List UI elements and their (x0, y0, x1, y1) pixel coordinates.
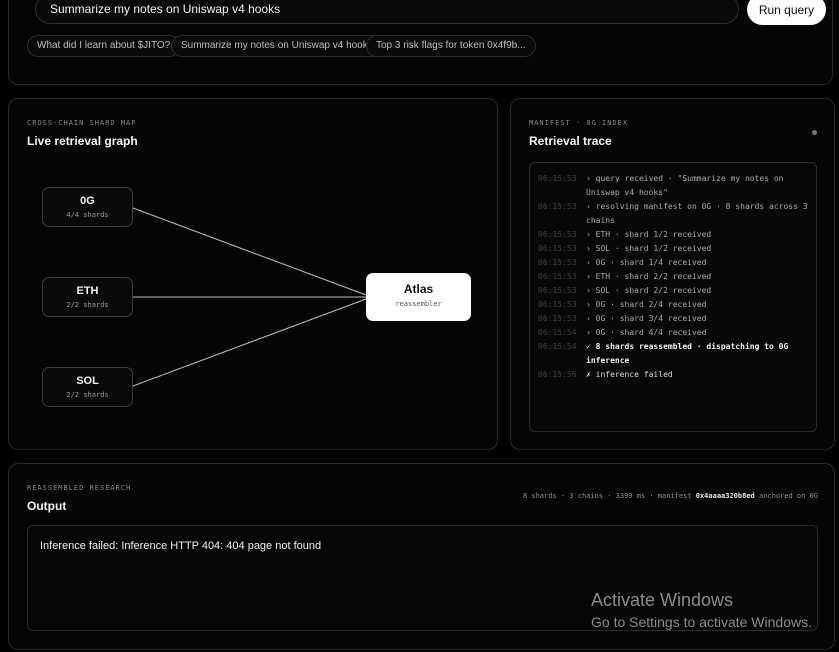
shard-map-panel: CROSS-CHAIN SHARD MAP Live retrieval gra… (8, 98, 498, 450)
trace-line: 06:15:53 › ETH · shard 1/2 received (538, 228, 808, 242)
node-0g-shards: 4/4 shards (66, 211, 109, 219)
trace-time: 06:15:54 (538, 328, 577, 337)
trace-line: 06:15:54 ✓ 8 shards reassembled · dispatc… (538, 340, 808, 368)
edge-sol-atlas (132, 298, 367, 387)
trace-line: 06:15:53 › SOL · shard 2/2 received (538, 284, 808, 298)
trace-message: › SOL · shard 1/2 received (586, 244, 712, 253)
status-dot-icon (812, 130, 817, 135)
node-atlas[interactable]: Atlas reassembler (366, 273, 471, 321)
node-sol-name: SOL (76, 375, 99, 387)
trace-message: ✗ inference failed (586, 370, 673, 379)
trace-panel: MANIFEST · 0G INDEX Retrieval trace 06:1… (510, 98, 835, 450)
trace-time: 06:15:53 (538, 174, 577, 183)
trace-log[interactable]: 06:15:53 › query received · "Summarize my… (529, 162, 817, 432)
trace-time: 06:15:53 (538, 300, 577, 309)
trace-title: Retrieval trace (529, 134, 612, 148)
activate-windows-watermark: Activate Windows Go to Settings to activ… (591, 590, 812, 630)
node-atlas-name: Atlas (403, 282, 434, 296)
trace-time: 06:15:53 (538, 314, 577, 323)
trace-time: 06:15:53 (538, 244, 577, 253)
trace-eyebrow: MANIFEST · 0G INDEX (529, 119, 629, 127)
output-meta: 8 shards · 3 chains · 3399 ms · manifest… (523, 492, 818, 500)
trace-time: 06:15:54 (538, 342, 577, 351)
trace-message: › query received · "Summarize my notes o… (586, 174, 784, 197)
node-sol-shards: 2/2 shards (66, 391, 109, 399)
edge-0g-atlas (132, 207, 367, 296)
trace-line: 06:15:53 › 0G · shard 2/4 received (538, 298, 808, 312)
output-title: Output (27, 499, 67, 513)
trace-message: › 0G · shard 1/4 received (586, 258, 707, 267)
node-0g-name: 0G (80, 195, 95, 207)
trace-message: › resolving manifest on 0G · 8 shards ac… (586, 202, 808, 225)
trace-line: 06:15:54 › 0G · shard 4/4 received (538, 326, 808, 340)
trace-line: 06:15:53 › query received · "Summarize my… (538, 172, 808, 200)
trace-message: ✓ 8 shards reassembled · dispatching to … (586, 342, 789, 365)
suggestion-chip-risk-flags[interactable]: Top 3 risk flags for token 0x4f9b... (366, 35, 536, 57)
node-eth-shards: 2/2 shards (66, 301, 109, 309)
trace-message: › 0G · shard 4/4 received (586, 328, 707, 337)
trace-message: › ETH · shard 2/2 received (586, 272, 712, 281)
node-eth-name: ETH (76, 285, 99, 297)
manifest-id: 0x4aaaa320b8ed (695, 492, 755, 500)
trace-line: 06:15:53 › 0G · shard 3/4 received (538, 312, 808, 326)
output-meta-prefix: 8 shards · 3 chains · 3399 ms · manifest (522, 492, 692, 500)
run-query-button[interactable]: Run query (747, 0, 826, 25)
output-text: Inference failed: Inference HTTP 404: 40… (40, 540, 322, 552)
trace-message: › SOL · shard 2/2 received (586, 286, 712, 295)
watermark-title: Activate Windows (591, 590, 734, 610)
trace-message: › 0G · shard 3/4 received (586, 314, 707, 323)
node-0g[interactable]: 0G 4/4 shards (42, 187, 133, 227)
node-atlas-role: reassembler (395, 300, 442, 308)
trace-time: 06:15:53 (538, 202, 577, 211)
trace-line: 06:15:56 ✗ inference failed (538, 368, 808, 382)
node-sol[interactable]: SOL 2/2 shards (42, 367, 133, 407)
trace-message: › 0G · shard 2/4 received (586, 300, 707, 309)
output-meta-suffix: anchored on 0G (758, 492, 818, 500)
watermark-subtitle: Go to Settings to activate Windows. (591, 614, 812, 630)
trace-line: 06:15:53 › resolving manifest on 0G · 8 s… (538, 200, 808, 228)
trace-time: 06:15:53 (538, 272, 577, 281)
trace-time: 06:15:53 (538, 258, 577, 267)
trace-line: 06:15:53 › ETH · shard 2/2 received (538, 270, 808, 284)
trace-time: 06:15:53 (538, 230, 577, 239)
trace-line: 06:15:53 › SOL · shard 1/2 received (538, 242, 808, 256)
trace-message: › ETH · shard 1/2 received (586, 230, 712, 239)
query-input[interactable] (35, 0, 739, 24)
suggestion-chip-uniswap[interactable]: Summarize my notes on Uniswap v4 hooks (171, 35, 383, 57)
query-panel: Run query What did I learn about $JITO? … (8, 0, 833, 85)
trace-time: 06:15:53 (538, 286, 577, 295)
trace-time: 06:15:56 (538, 370, 577, 379)
suggestion-chip-jito[interactable]: What did I learn about $JITO? (27, 35, 181, 57)
node-eth[interactable]: ETH 2/2 shards (42, 277, 133, 317)
trace-line: 06:15:53 › 0G · shard 1/4 received (538, 256, 808, 270)
output-eyebrow: REASSEMBLED RESEARCH (27, 484, 132, 492)
